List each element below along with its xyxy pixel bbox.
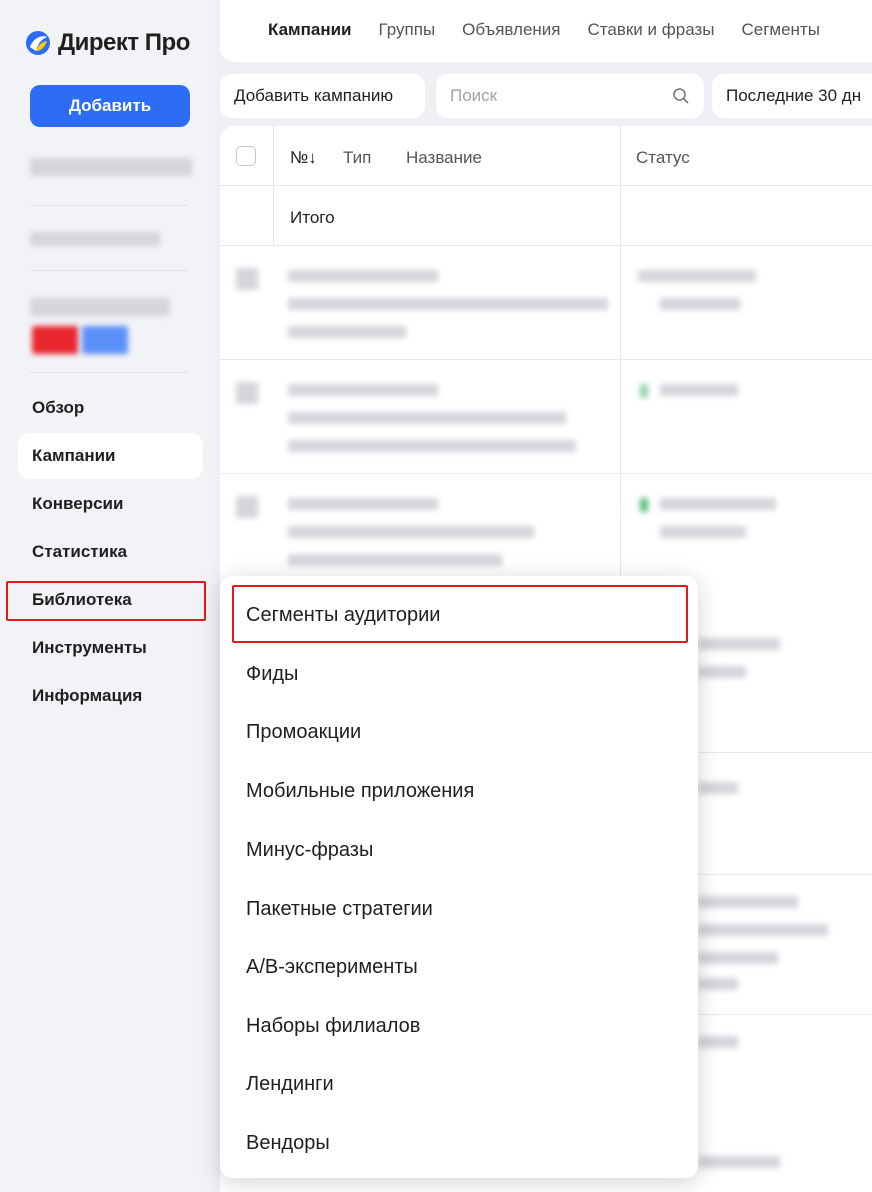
account-balance-blurred [30, 298, 170, 316]
menu-item-landings[interactable]: Лендинги [246, 1069, 334, 1099]
library-dropdown-menu: Сегменты аудитории Фиды Промоакции Мобил… [220, 576, 698, 1178]
tabs: Кампании Группы Объявления Ставки и фраз… [268, 20, 847, 40]
campaign-name-blurred [288, 526, 534, 538]
status-indicator-green [640, 498, 648, 512]
row-checkbox-blurred [236, 268, 258, 290]
blurred-cell [698, 638, 780, 650]
blurred-cell [698, 782, 738, 794]
sidebar-item-library[interactable]: Библиотека [18, 577, 203, 623]
tab-segments[interactable]: Сегменты [741, 20, 819, 40]
menu-item-mobile-apps[interactable]: Мобильные приложения [246, 776, 474, 806]
blurred-cell [698, 896, 798, 908]
menu-item-vendors[interactable]: Вендоры [246, 1128, 330, 1158]
campaign-status-blurred [660, 298, 740, 310]
select-all-checkbox[interactable] [236, 146, 256, 166]
row-checkbox-blurred [236, 496, 258, 518]
sidebar-item-statistics[interactable]: Статистика [18, 529, 203, 575]
menu-item-negative-keywords[interactable]: Минус-фразы [246, 835, 373, 865]
account-flags-blue [82, 326, 128, 354]
campaign-name-blurred [288, 326, 406, 338]
total-label: Итого [290, 208, 335, 227]
sidebar-item-tools[interactable]: Инструменты [18, 625, 203, 671]
column-status[interactable]: Статус [636, 148, 690, 168]
search-field [436, 74, 704, 118]
blurred-cell [698, 952, 778, 964]
row-divider [220, 473, 872, 474]
divider [30, 270, 188, 271]
column-type[interactable]: Тип [343, 148, 371, 168]
menu-item-audience-segments[interactable]: Сегменты аудитории [246, 600, 440, 630]
divider [30, 205, 188, 206]
menu-item-promo[interactable]: Промоакции [246, 717, 361, 747]
sidebar-item-conversions[interactable]: Конверсии [18, 481, 203, 527]
tab-ads[interactable]: Объявления [462, 20, 560, 40]
blurred-cell [698, 924, 828, 936]
account-name-blurred [30, 158, 192, 176]
sidebar: Директ Про Добавить Обзор Кампании Конве… [0, 0, 215, 1192]
brand-logo[interactable]: Директ Про [24, 26, 190, 60]
blurred-cell [698, 978, 738, 990]
account-flags-red [32, 326, 78, 354]
add-campaign-button[interactable]: Добавить кампанию [220, 74, 425, 118]
tab-campaigns[interactable]: Кампании [268, 20, 352, 40]
blurred-cell [698, 666, 746, 678]
campaign-name-blurred [288, 498, 438, 510]
campaign-status-blurred [660, 526, 746, 538]
divider [30, 372, 188, 373]
tab-groups[interactable]: Группы [379, 20, 436, 40]
menu-item-ab-experiments[interactable]: А/В-эксперименты [246, 952, 418, 982]
tab-bids[interactable]: Ставки и фразы [588, 20, 715, 40]
account-id-blurred [30, 232, 160, 246]
campaign-name-blurred [288, 384, 438, 396]
campaign-name-blurred [288, 298, 608, 310]
direct-logo-icon [26, 31, 50, 55]
row-checkbox-blurred [236, 382, 258, 404]
campaign-name-blurred [288, 270, 438, 282]
search-input[interactable] [450, 86, 650, 106]
brand-name: Директ Про [58, 29, 190, 56]
period-selector[interactable]: Последние 30 дн [712, 74, 872, 118]
campaign-name-blurred [288, 412, 566, 424]
sidebar-item-info[interactable]: Информация [18, 673, 203, 719]
campaign-status-blurred [660, 384, 738, 396]
search-icon[interactable] [672, 87, 690, 105]
campaign-status-blurred [660, 498, 776, 510]
status-indicator-green [640, 384, 648, 398]
column-number[interactable]: №↓ [290, 148, 317, 168]
add-button[interactable]: Добавить [30, 85, 190, 127]
blurred-cell [698, 1036, 738, 1048]
menu-item-branch-sets[interactable]: Наборы филиалов [246, 1011, 420, 1041]
row-divider [220, 359, 872, 360]
menu-item-package-strategies[interactable]: Пакетные стратегии [246, 894, 433, 924]
campaign-name-blurred [288, 554, 502, 566]
campaign-name-blurred [288, 440, 576, 452]
column-name[interactable]: Название [406, 148, 482, 168]
table-header: №↓ Тип Название Статус [220, 126, 872, 186]
sidebar-item-overview[interactable]: Обзор [18, 385, 203, 431]
blurred-cell [698, 1156, 780, 1168]
sidebar-item-campaigns[interactable]: Кампании [18, 433, 203, 479]
campaign-status-blurred [638, 270, 756, 282]
total-row: Итого [220, 186, 872, 246]
top-nav-bar: Кампании Группы Объявления Ставки и фраз… [220, 0, 872, 62]
menu-item-feeds[interactable]: Фиды [246, 659, 298, 689]
